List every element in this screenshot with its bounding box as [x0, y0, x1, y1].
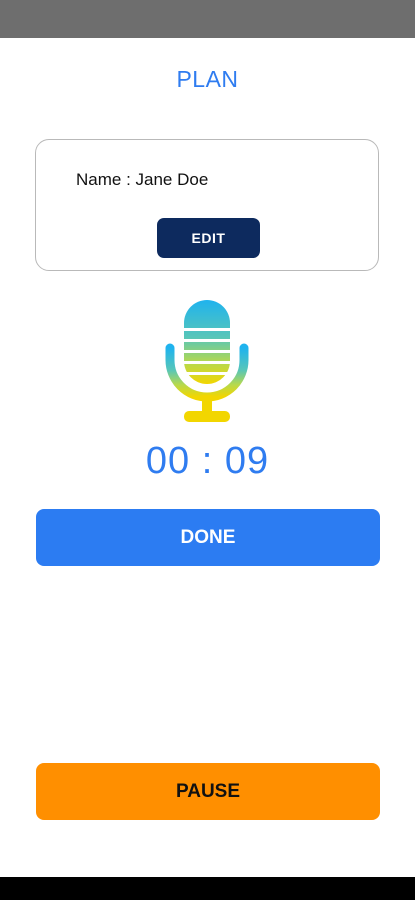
edit-button[interactable]: EDIT — [157, 218, 260, 258]
status-bar — [0, 0, 415, 38]
profile-card: Name : Jane Doe EDIT — [35, 139, 379, 271]
recording-timer: 00 : 09 — [145, 440, 270, 482]
microphone-icon — [157, 298, 257, 426]
page-title: PLAN — [176, 66, 239, 92]
name-label: Name : Jane Doe — [76, 170, 209, 189]
done-button[interactable]: DONE — [36, 509, 380, 566]
navigation-bar — [0, 877, 415, 900]
pause-button[interactable]: PAUSE — [36, 763, 380, 820]
